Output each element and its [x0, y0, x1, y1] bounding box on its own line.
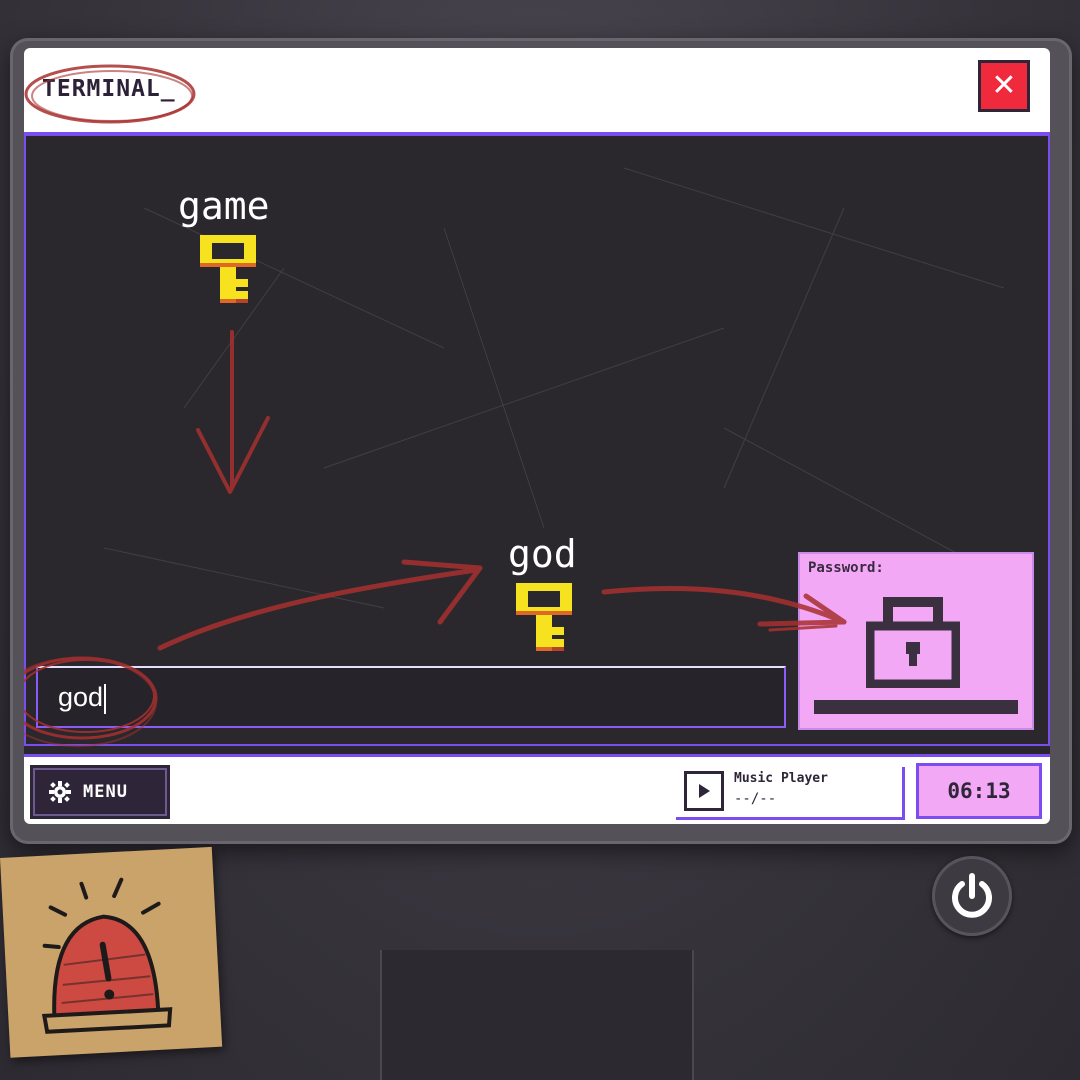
- clock-time: 06:13: [947, 779, 1011, 803]
- menu-button[interactable]: MENU: [30, 765, 170, 819]
- music-track: --/--: [734, 791, 777, 807]
- key-label-game: game: [178, 184, 270, 228]
- play-icon: [699, 784, 710, 798]
- monitor-stand: [380, 950, 694, 1080]
- close-button[interactable]: ✕: [978, 60, 1030, 112]
- key-icon: [200, 235, 256, 303]
- taskbar: MENU Music Player --/-- 06:13: [24, 754, 1050, 824]
- padlock-icon: [866, 597, 960, 688]
- play-button[interactable]: [684, 771, 724, 811]
- menu-label: MENU: [83, 782, 128, 802]
- text-caret: [104, 683, 107, 714]
- key-icon: [516, 583, 572, 651]
- alarm-icon: [41, 877, 173, 1034]
- clock: 06:13: [916, 763, 1042, 819]
- power-button[interactable]: [932, 856, 1012, 936]
- gear-icon: [49, 781, 71, 803]
- power-icon: [952, 873, 992, 918]
- password-progress-bar: [814, 700, 1018, 714]
- music-player-title: Music Player: [734, 771, 828, 786]
- password-lock-panel[interactable]: Password:: [798, 552, 1034, 730]
- input-value: god: [58, 682, 107, 714]
- title-bar: TERMINAL_ ✕: [24, 48, 1050, 136]
- scribble-circle-title: [24, 64, 196, 124]
- music-player: Music Player --/--: [676, 767, 905, 820]
- alarm-sticky-note: [0, 846, 223, 1058]
- password-label: Password:: [808, 560, 884, 576]
- close-icon: ✕: [981, 63, 1027, 109]
- password-input[interactable]: god: [36, 666, 786, 728]
- terminal-window: TERMINAL_ ✕ game god god Password: MENU …: [24, 48, 1050, 824]
- key-label-god: god: [508, 532, 577, 576]
